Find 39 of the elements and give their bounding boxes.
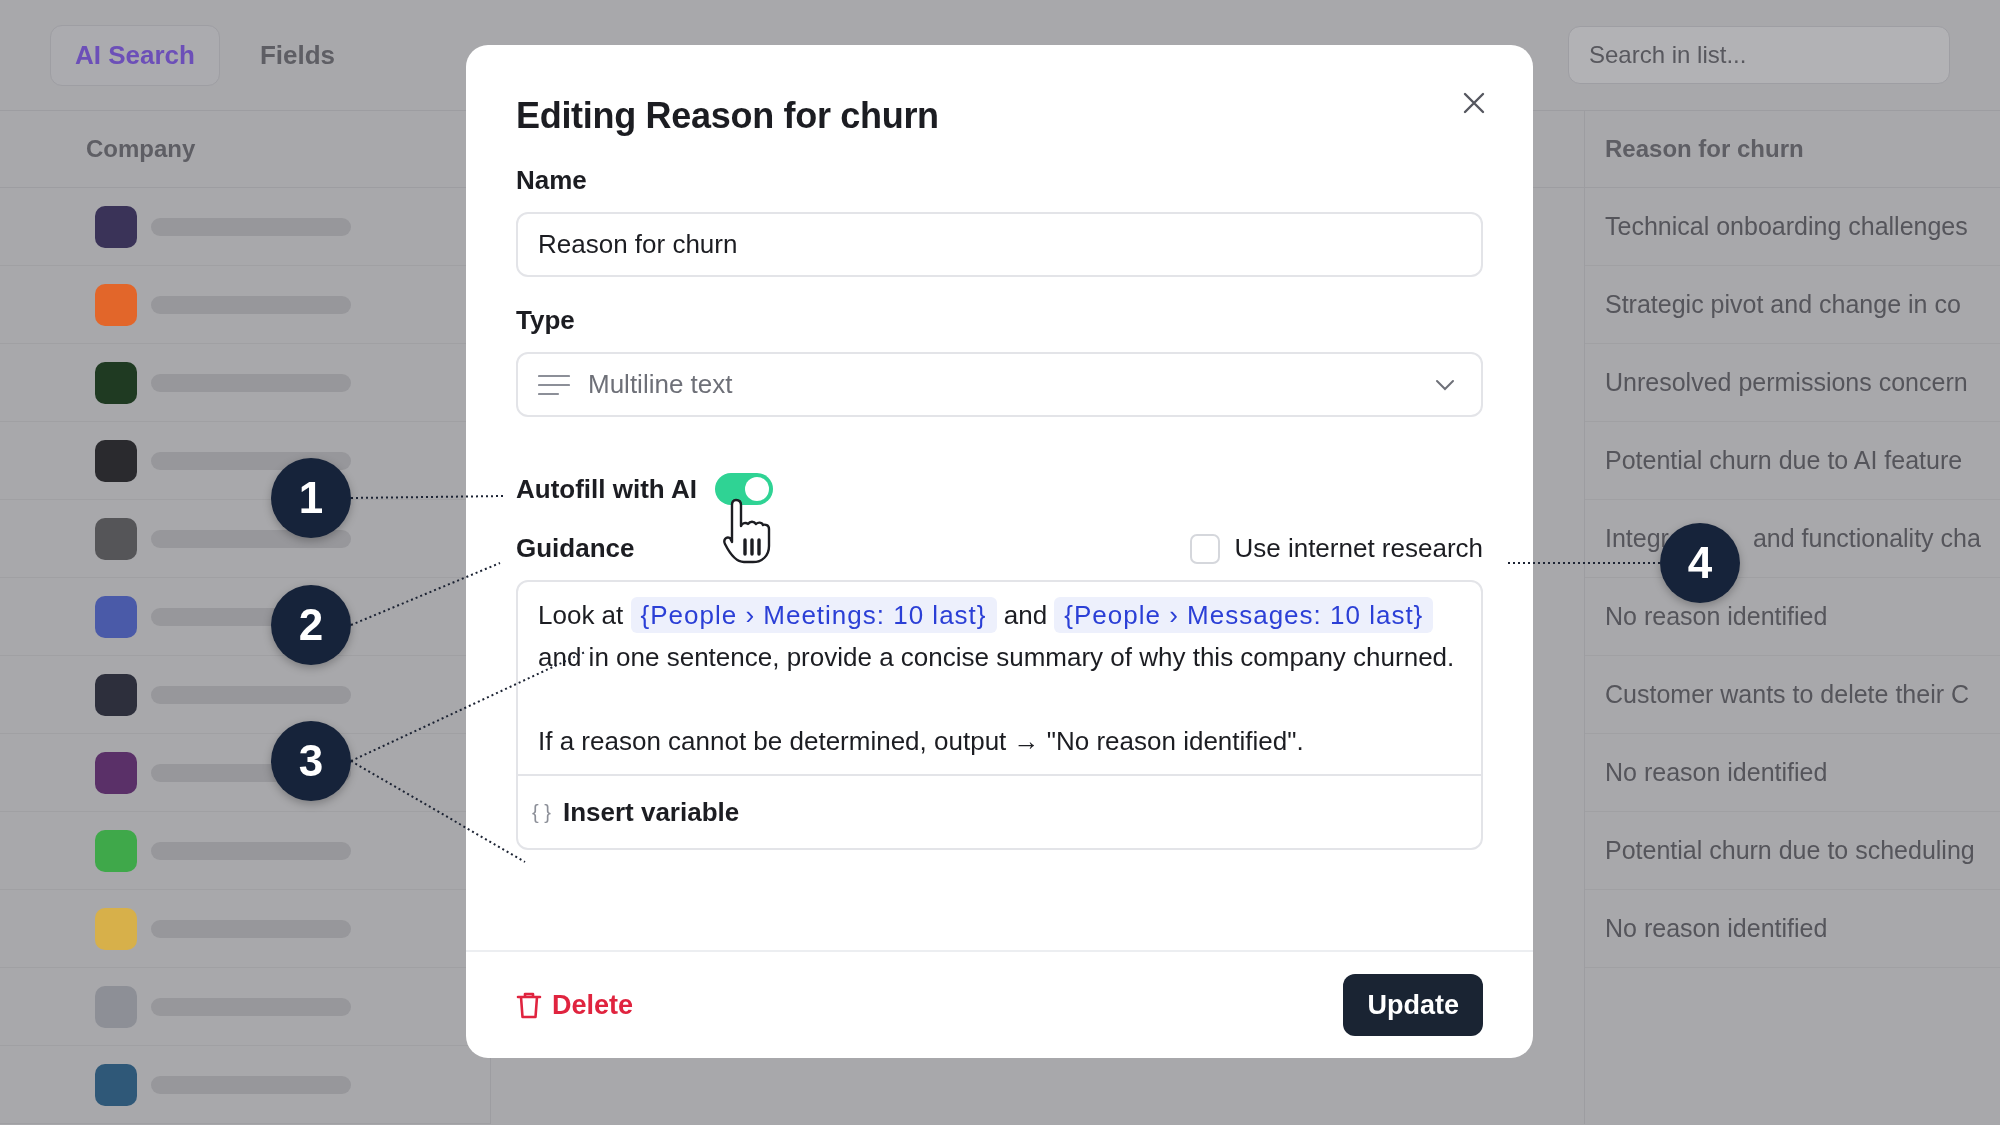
table-cell-text: Integr <box>1605 524 1669 553</box>
type-dropdown[interactable]: Multiline text <box>516 352 1483 417</box>
table-cell-text: No reason identified <box>1605 758 1828 787</box>
field-label: Type <box>516 305 576 336</box>
name-field[interactable]: Reason for churn <box>516 212 1483 277</box>
trash-icon <box>516 991 542 1019</box>
table-cell-text: Technical onboarding challenges <box>1605 212 1968 241</box>
braces-icon[interactable]: { } <box>532 800 551 824</box>
chevron-down-icon <box>1435 378 1455 391</box>
table-cell-text: Potential churn due to AI feature <box>1605 446 1963 475</box>
callout-number: 2 <box>271 585 351 665</box>
guidance-text: Look at {People › Meetings: 10 last} and {People › Messages: 10 last} and in one sentence, provide a concise summary of why this company churned. <box>538 594 1461 678</box>
table-cell-text: No reason identified <box>1605 914 1828 943</box>
variable-chip: {People › Meetings: 10 last} <box>630 597 997 633</box>
dialog-title: Editing Reason for churn <box>516 95 939 137</box>
insert-variable-button[interactable]: Insert variable <box>562 796 740 828</box>
fields-button[interactable]: Fields <box>259 39 336 71</box>
guidance-field[interactable] <box>516 580 1483 850</box>
toggle-label: Autofill with AI <box>516 473 697 505</box>
table-cell-text: Unresolved permissions concern <box>1605 368 1968 397</box>
lines-icon <box>538 372 570 397</box>
search-field[interactable]: Search in list... <box>1568 26 1950 84</box>
variable-chip: {People › Messages: 10 last} <box>1054 597 1434 633</box>
update-button[interactable]: Update <box>1343 974 1483 1036</box>
column-header: Reason for churn <box>1585 111 2000 188</box>
autofill-toggle[interactable] <box>715 473 773 505</box>
table-cell-text: Potential churn due to scheduling <box>1605 836 1975 865</box>
table-cell-text: Strategic pivot and change in co <box>1605 290 1961 319</box>
table-cell-text: No reason identified <box>1605 602 1828 631</box>
field-label: Name <box>516 165 588 196</box>
field-label: Guidance <box>516 533 635 564</box>
guidance-text: If a reason cannot be determined, output → "No reason identified". <box>538 725 1305 758</box>
delete-button[interactable]: Delete <box>516 989 634 1021</box>
ai-search-button[interactable]: AI Search <box>50 24 220 86</box>
table-cell-text: Customer wants to delete their C <box>1605 680 1970 709</box>
internet-research-checkbox[interactable]: Use internet research <box>1190 533 1483 564</box>
table-cell-text: and functionality cha <box>1752 524 1981 553</box>
callout-number: 3 <box>271 721 351 801</box>
close-icon[interactable] <box>1463 92 1485 114</box>
